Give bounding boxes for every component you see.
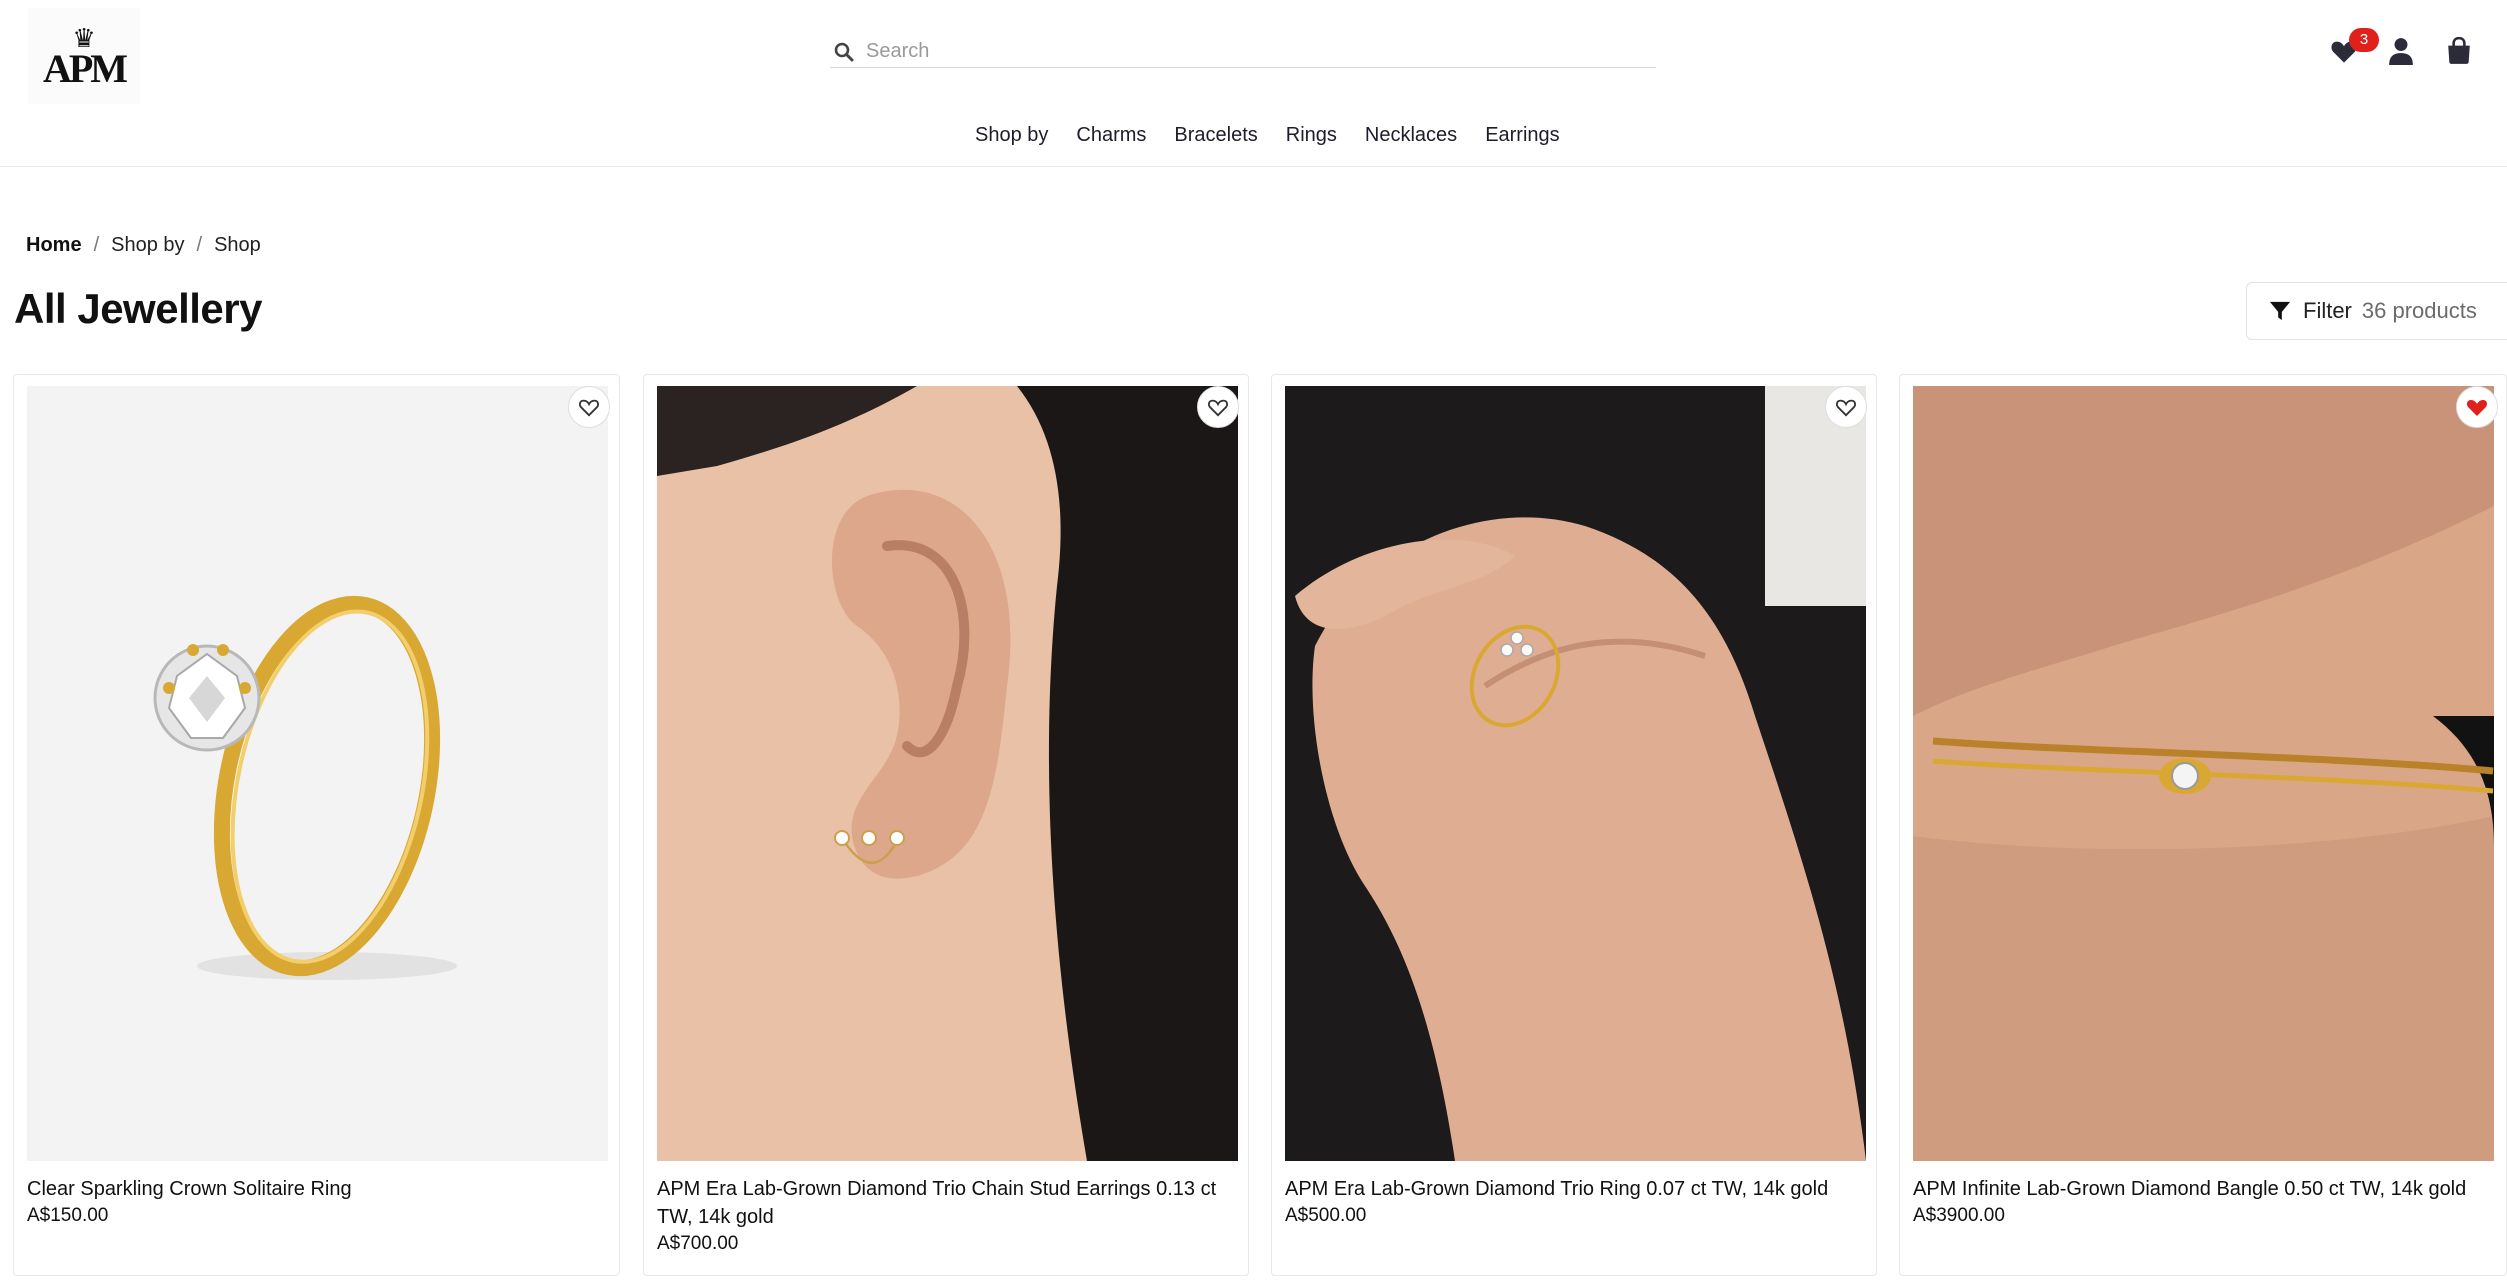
breadcrumb-shop-by[interactable]: Shop by bbox=[111, 234, 184, 257]
product-name[interactable]: APM Era Lab-Grown Diamond Trio Chain Stu… bbox=[657, 1175, 1242, 1231]
nav-bracelets[interactable]: Bracelets bbox=[1174, 118, 1257, 152]
wishlist-toggle[interactable] bbox=[1825, 386, 1867, 428]
breadcrumb-separator: / bbox=[196, 234, 203, 256]
product-card[interactable]: APM Era Lab-Grown Diamond Trio Chain Stu… bbox=[643, 374, 1249, 1276]
product-grid: Clear Sparkling Crown Solitaire Ring A$1… bbox=[13, 374, 2507, 1284]
product-price: A$700.00 bbox=[657, 1233, 739, 1254]
product-name[interactable]: APM Era Lab-Grown Diamond Trio Ring 0.07… bbox=[1285, 1175, 1870, 1203]
product-price: A$3900.00 bbox=[1913, 1205, 2005, 1226]
product-name[interactable]: Clear Sparkling Crown Solitaire Ring bbox=[27, 1175, 612, 1203]
gold-solitaire-ring-image bbox=[27, 386, 608, 1161]
heart-outline-icon bbox=[1836, 399, 1856, 417]
search-input[interactable] bbox=[866, 40, 1626, 63]
product-name[interactable]: APM Infinite Lab-Grown Diamond Bangle 0.… bbox=[1913, 1175, 2498, 1203]
wishlist-toggle-active[interactable] bbox=[2456, 386, 2498, 428]
cart-button[interactable] bbox=[2442, 34, 2476, 68]
nav-necklaces[interactable]: Necklaces bbox=[1365, 118, 1457, 152]
wishlist-count-badge: 3 bbox=[2349, 28, 2379, 52]
nav-rings[interactable]: Rings bbox=[1286, 118, 1337, 152]
heart-filled-icon bbox=[2467, 400, 2487, 416]
ear-with-chain-stud-earring-image bbox=[657, 386, 1238, 1161]
apm-logo[interactable]: ♛ APM bbox=[28, 8, 140, 104]
filter-funnel-icon bbox=[2269, 301, 2291, 321]
breadcrumb-home[interactable]: Home bbox=[26, 234, 82, 257]
hand-wearing-trio-ring-image bbox=[1285, 386, 1866, 1161]
breadcrumb-separator: / bbox=[93, 234, 100, 256]
product-count: 36 products bbox=[2361, 298, 2477, 323]
nav-earrings[interactable]: Earrings bbox=[1485, 118, 1559, 152]
breadcrumb: Home / Shop by / Shop bbox=[26, 234, 261, 257]
heart-outline-icon bbox=[1208, 399, 1228, 417]
wishlist-toggle[interactable] bbox=[1197, 386, 1239, 428]
breadcrumb-shop: Shop bbox=[214, 234, 261, 256]
search-bar bbox=[830, 36, 1656, 68]
product-image[interactable] bbox=[27, 386, 608, 1161]
product-image[interactable] bbox=[1913, 386, 2494, 1161]
product-card[interactable]: APM Era Lab-Grown Diamond Trio Ring 0.07… bbox=[1271, 374, 1877, 1276]
header-actions: 3 bbox=[2327, 28, 2507, 70]
nav-charms[interactable]: Charms bbox=[1076, 118, 1146, 152]
heart-outline-icon bbox=[579, 399, 599, 417]
main-nav: Shop by Charms Bracelets Rings Necklaces… bbox=[0, 118, 2507, 154]
search-icon bbox=[834, 42, 854, 61]
product-image[interactable] bbox=[657, 386, 1238, 1161]
product-card[interactable]: APM Infinite Lab-Grown Diamond Bangle 0.… bbox=[1899, 374, 2507, 1276]
shopping-bag-icon bbox=[2448, 37, 2470, 64]
filter-button[interactable]: Filter 36 products bbox=[2246, 282, 2507, 340]
product-card[interactable]: Clear Sparkling Crown Solitaire Ring A$1… bbox=[13, 374, 620, 1276]
filter-label: Filter bbox=[2303, 298, 2352, 323]
site-header: ♛ APM 3 Shop bbox=[0, 0, 2507, 167]
page-title: All Jewellery bbox=[14, 285, 262, 332]
product-price: A$500.00 bbox=[1285, 1205, 1367, 1226]
account-button[interactable] bbox=[2384, 34, 2418, 68]
product-price: A$150.00 bbox=[27, 1205, 109, 1226]
user-icon bbox=[2389, 38, 2413, 65]
wishlist-toggle[interactable] bbox=[568, 386, 610, 428]
product-image[interactable] bbox=[1285, 386, 1866, 1161]
wrist-wearing-bangle-image bbox=[1913, 386, 2494, 1161]
wishlist-button[interactable]: 3 bbox=[2327, 28, 2379, 68]
logo-text: APM bbox=[42, 46, 128, 91]
nav-shop-by[interactable]: Shop by bbox=[975, 118, 1048, 152]
